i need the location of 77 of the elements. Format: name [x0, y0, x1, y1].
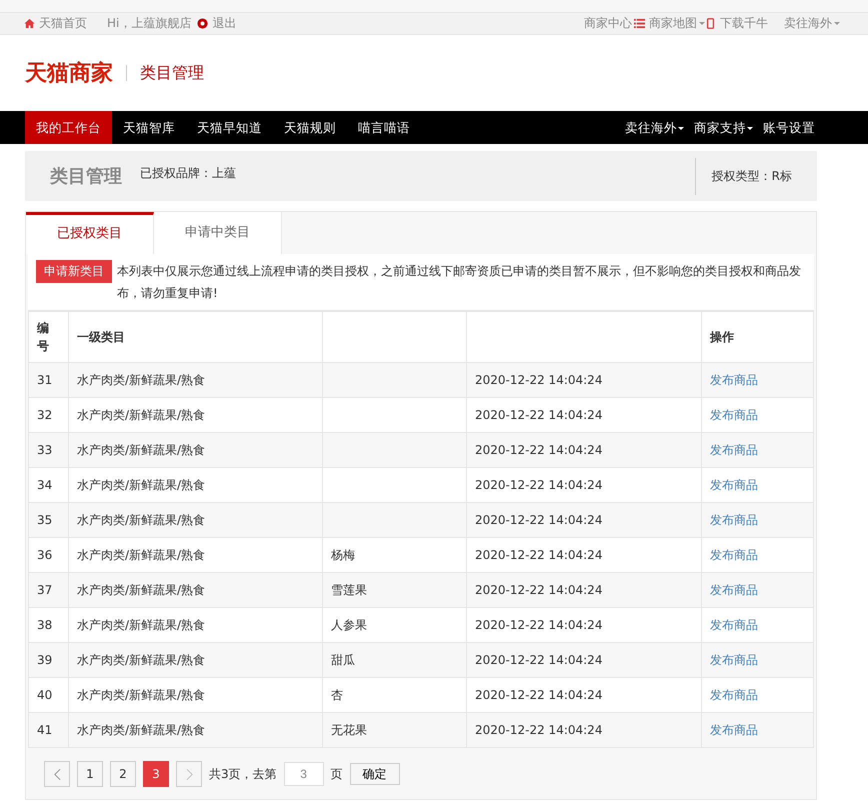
table-cell: 2020-12-22 14:04:24: [466, 362, 702, 398]
home-icon: [24, 18, 35, 29]
table-cell: 水产肉类/新鲜蔬果/熟食: [68, 432, 322, 468]
table-cell: 无花果: [322, 712, 466, 748]
publish-link[interactable]: 发布商品: [710, 722, 758, 736]
table-cell: 水产肉类/新鲜蔬果/熟食: [68, 712, 322, 748]
caret-icon: [834, 22, 840, 26]
nav-item[interactable]: 天猫早知道: [186, 111, 273, 144]
page-input[interactable]: 3: [284, 762, 324, 786]
table-cell: 水产肉类/新鲜蔬果/熟食: [68, 642, 322, 678]
publish-link[interactable]: 发布商品: [710, 652, 758, 666]
publish-link[interactable]: 发布商品: [710, 478, 758, 492]
table-cell: 水产肉类/新鲜蔬果/熟食: [68, 362, 322, 398]
nav-item[interactable]: 账号设置: [753, 111, 816, 144]
tab[interactable]: 已授权类目: [26, 212, 154, 254]
nav-item[interactable]: 商家支持: [684, 111, 753, 144]
brand-label: 已授权品牌：上蕴: [140, 164, 236, 182]
tab[interactable]: 申请中类目: [154, 212, 282, 254]
table-cell: 水产肉类/新鲜蔬果/熟食: [68, 572, 322, 608]
page-button[interactable]: 3: [143, 761, 169, 787]
publish-link[interactable]: 发布商品: [710, 512, 758, 526]
previous-page-button[interactable]: [44, 761, 70, 787]
nav-item[interactable]: 喵言喵语: [347, 111, 421, 144]
publish-link[interactable]: 发布商品: [710, 582, 758, 596]
top-bar-link[interactable]: 商家中心: [584, 15, 632, 32]
page-title: 类目管理: [140, 62, 204, 84]
table-cell: 2020-12-22 14:04:24: [466, 712, 702, 748]
confirm-button[interactable]: 确定: [350, 763, 400, 785]
top-bar-link[interactable]: 退出: [212, 15, 236, 32]
section-title: 类目管理: [50, 165, 122, 188]
page-suffix: 页: [330, 766, 343, 782]
top-bar-link[interactable]: 天猫首页: [39, 15, 87, 32]
page-total: 共3页，去第: [209, 766, 277, 782]
nav-item[interactable]: 天猫智库: [112, 111, 186, 144]
top-bar-link[interactable]: 卖往海外: [784, 15, 832, 32]
table-cell: 甜瓜: [322, 642, 466, 678]
top-bar-link[interactable]: 商家地图: [649, 15, 697, 32]
table-cell: 2020-12-22 14:04:24: [466, 432, 702, 468]
logo[interactable]: 天猫商家: [25, 58, 113, 88]
top-bar-link[interactable]: 下载千牛: [720, 15, 768, 32]
table-cell: 39: [28, 642, 68, 678]
table-cell: 2020-12-22 14:04:24: [466, 502, 702, 538]
publish-link[interactable]: 发布商品: [710, 442, 758, 456]
publish-link[interactable]: 发布商品: [710, 372, 758, 386]
avatar-icon: [197, 18, 208, 29]
nav-item[interactable]: 卖往海外: [615, 111, 684, 144]
column-header: 一级类目: [68, 312, 322, 362]
publish-link[interactable]: 发布商品: [710, 548, 758, 562]
caret-icon: [699, 22, 705, 26]
nav-item[interactable]: 天猫规则: [273, 111, 347, 144]
next-page-button[interactable]: [176, 761, 202, 787]
phone-icon: [705, 18, 716, 29]
page-button[interactable]: 2: [110, 761, 136, 787]
chevron-left-icon: [54, 768, 60, 780]
table-cell: 37: [28, 572, 68, 608]
nav-item[interactable]: 我的工作台: [25, 111, 112, 144]
table-cell: 41: [28, 712, 68, 748]
publish-link[interactable]: 发布商品: [710, 618, 758, 632]
caret-icon: [678, 126, 684, 131]
list-icon: [634, 18, 645, 29]
publish-link[interactable]: 发布商品: [710, 688, 758, 702]
page-button[interactable]: 1: [77, 761, 103, 787]
chevron-right-icon: [186, 768, 192, 780]
table-cell: 水产肉类/新鲜蔬果/熟食: [68, 502, 322, 538]
column-header: 编号: [28, 312, 68, 362]
publish-link[interactable]: 发布商品: [710, 408, 758, 422]
table-cell: 2020-12-22 14:04:24: [466, 642, 702, 678]
caret-icon: [747, 126, 753, 131]
table-cell: 2020-12-22 14:04:24: [466, 572, 702, 608]
table-cell: 35: [28, 502, 68, 538]
table-cell: 31: [28, 362, 68, 398]
table-cell: 雪莲果: [322, 572, 466, 608]
top-bar-link[interactable]: Hi，上蕴旗舰店: [107, 15, 192, 32]
notice-text: 本列表中仅展示您通过线上流程申请的类目授权，之前通过线下邮寄资质已申请的类目暂不展示，但不影响您的类目授权和商品发布，请勿重复申请!: [117, 263, 802, 302]
table-cell: 33: [28, 432, 68, 468]
auth-type-label: 授权类型：R标: [694, 158, 792, 194]
apply-button[interactable]: 申请新类目: [36, 260, 112, 283]
